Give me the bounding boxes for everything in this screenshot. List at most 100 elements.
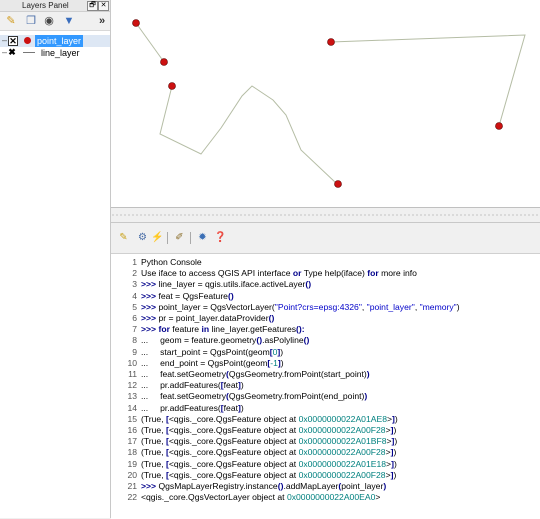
code-token: ... end_point = QgsPoint(geom	[141, 357, 268, 368]
point-symbol-icon	[24, 37, 31, 44]
code-token: >>>	[141, 279, 159, 290]
line-number: 13	[127, 391, 137, 402]
run-command-icon[interactable]: ⚡	[151, 231, 164, 244]
code-token: (True,	[141, 447, 166, 458]
line-number: 19	[127, 458, 137, 469]
console-line: 13 ... feat.setGeometry(QgsGeometry.fromP…	[111, 391, 540, 402]
console-line: 12 ... pr.addFeatures([feat])	[111, 380, 540, 391]
code-token: ... geom = feature.geometry	[141, 335, 257, 346]
line-number: 6	[132, 313, 137, 323]
console-line: 19 (True, [<qgis._core.QgsFeature object …	[111, 459, 540, 470]
line-symbol-icon	[23, 52, 35, 53]
line-number: 16	[127, 425, 137, 435]
code-token: feat = QgsFeature	[158, 290, 228, 301]
code-token: ... feat.setGeometry	[141, 369, 227, 379]
clear-console-icon[interactable]: ✎	[117, 231, 130, 244]
close-panel-button[interactable]: ✕	[98, 1, 109, 11]
style-brush-icon[interactable]: ✎	[4, 14, 18, 28]
console-line: 5 >>> point_layer = QgsVectorLayer("Point…	[111, 302, 540, 313]
line-number: 15	[127, 413, 137, 424]
code-token: (True,	[141, 425, 166, 435]
code-token: )	[240, 380, 244, 391]
console-line: 10 ... end_point = QgsPoint(geom[-1])	[111, 358, 540, 369]
help-icon[interactable]: ❓	[214, 231, 227, 244]
filter-funnel-icon[interactable]: ▼	[62, 14, 76, 28]
layer-name-label: line_layer	[41, 48, 80, 58]
code-token: <qgis._core.QgsFeature object at	[168, 425, 299, 435]
code-token: >>>	[141, 290, 159, 301]
more-chevron-icon[interactable]: »	[95, 14, 109, 28]
code-token: )	[393, 447, 397, 458]
layer-visibility-checkbox[interactable]: ✖	[8, 48, 16, 57]
code-token: 0x0000000022A00F28	[298, 447, 386, 458]
point-feature	[327, 38, 335, 46]
code-token: <qgis._core.QgsFeature object at	[168, 413, 299, 424]
line-number: 20	[127, 469, 137, 480]
point-feature	[132, 19, 140, 27]
code-token: >>>	[141, 481, 159, 491]
panel-splitter[interactable]	[111, 208, 540, 223]
code-token: 0x0000000022A00EA0	[286, 492, 376, 503]
code-token: (True,	[141, 458, 166, 469]
console-line: 3 >>> line_layer = qgis.utils.iface.activ…	[111, 279, 540, 290]
console-line: 9 ... start_point = QgsPoint(geom[0])	[111, 347, 540, 358]
layer-item-line-layer[interactable]: – ✖ line_layer	[0, 47, 110, 59]
code-token: 0x0000000022A01BF8	[298, 436, 387, 447]
line-code: (True, [<qgis._core.QgsFeature object at…	[141, 425, 396, 436]
code-token: (True,	[141, 469, 166, 480]
line-code: ... feat.setGeometry(QgsGeometry.fromPoi…	[141, 369, 370, 380]
settings-gear-icon[interactable]: ✹	[196, 231, 209, 244]
layer-item-point-layer[interactable]: – ✕ point_layer	[0, 35, 110, 47]
line-number: 7	[132, 324, 137, 335]
code-token: 0x0000000022A01AE8	[298, 413, 387, 424]
code-token: )	[393, 469, 397, 480]
map-canvas[interactable]	[111, 0, 540, 208]
code-token: (True,	[141, 436, 166, 447]
code-token: point_layer = QgsVectorLayer(	[158, 301, 275, 312]
code-token: "memory"	[419, 301, 457, 312]
code-token: 0x0000000022A00F28	[298, 425, 386, 435]
console-line: 20 (True, [<qgis._core.QgsFeature object …	[111, 470, 540, 481]
layer-name-label: point_layer	[35, 35, 84, 47]
layer-visibility-checkbox[interactable]: ✕	[8, 36, 18, 46]
point-feature	[168, 82, 176, 90]
import-class-icon[interactable]: ⚙	[136, 231, 149, 244]
code-token: ():	[296, 324, 305, 335]
code-token: (True,	[141, 413, 166, 424]
code-token: 0x0000000022A00F28	[298, 469, 386, 480]
code-token: <qgis._core.QgsFeature object at	[168, 458, 299, 469]
line-code: (True, [<qgis._core.QgsFeature object at…	[141, 459, 397, 470]
line-number: 8	[132, 335, 137, 346]
console-line: 15 (True, [<qgis._core.QgsFeature object …	[111, 414, 540, 425]
point-feature	[334, 180, 342, 188]
map-svg[interactable]	[111, 0, 540, 207]
layers-panel-titlebar: Layers Panel 🗗 ✕	[0, 0, 110, 12]
layers-toolbar: ✎ ❐ ◉ ▼ »	[0, 12, 110, 31]
console-output[interactable]: 1 Python Console 2 Use iface to access QGIS…	[111, 253, 540, 519]
code-token: ()	[305, 279, 312, 290]
code-token: .asPolyline	[262, 335, 304, 346]
code-token: "Point?crs=epsg:4326"	[274, 301, 362, 312]
visibility-eye-icon[interactable]: ◉	[42, 14, 56, 28]
add-group-icon[interactable]: ❐	[24, 14, 38, 28]
python-console: ✎ ⚙ ⚡ ✐ ✹ ❓ 1 Python Console 2 Use iface to…	[111, 223, 540, 519]
code-token: )	[364, 391, 368, 402]
line-feature-3	[159, 85, 337, 184]
tree-connector-icon: –	[2, 35, 8, 45]
code-token: Python Console	[141, 257, 202, 267]
code-token: ()	[303, 335, 310, 346]
line-code: ... pr.addFeatures([feat])	[141, 380, 244, 391]
code-token: )	[456, 301, 460, 312]
line-number: 21	[127, 481, 137, 491]
splitter-grip[interactable]	[111, 214, 540, 216]
code-token: ... pr.addFeatures(	[141, 402, 221, 413]
code-token: <qgis._core.QgsFeature object at	[168, 469, 299, 480]
code-token: )	[393, 425, 397, 435]
float-panel-button[interactable]: 🗗	[87, 1, 98, 11]
console-line: 16 (True, [<qgis._core.QgsFeature object …	[111, 425, 540, 436]
show-editor-icon[interactable]: ✐	[173, 231, 186, 244]
code-token: .addMapLayer	[283, 481, 339, 491]
toolbar-divider	[190, 232, 191, 244]
code-token: for	[367, 268, 379, 279]
code-token: )	[393, 458, 397, 469]
